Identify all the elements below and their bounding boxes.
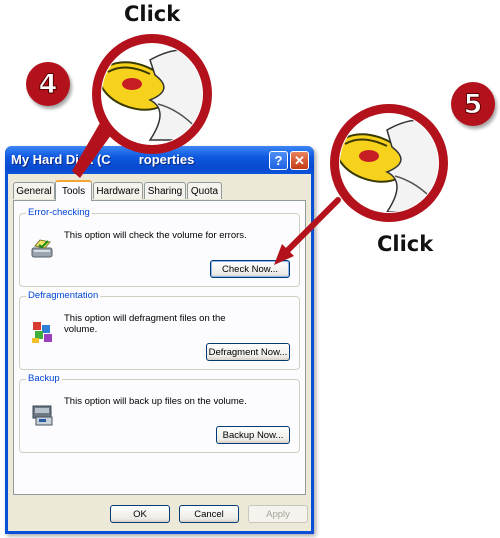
callout-overlay bbox=[72, 34, 448, 265]
tab-tools[interactable]: Tools bbox=[55, 180, 92, 201]
mouse-click-callout-4 bbox=[92, 34, 212, 154]
mouse-click-callout-5 bbox=[330, 104, 448, 222]
callout-arrow-5 bbox=[274, 197, 341, 265]
